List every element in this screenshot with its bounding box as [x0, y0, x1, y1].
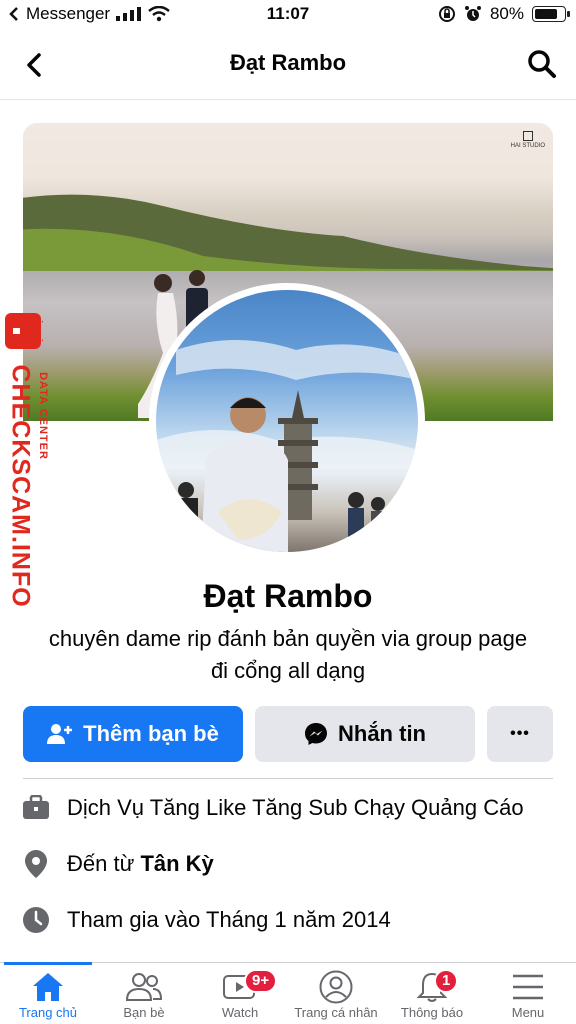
message-label: Nhắn tin: [338, 721, 426, 746]
home-icon: [33, 973, 63, 1001]
status-bar: Messenger 11:07 80%: [0, 0, 576, 30]
tab-profile-label: Trang cá nhân: [294, 1005, 378, 1020]
add-friend-icon: [47, 724, 73, 744]
tab-home-label: Trang chủ: [18, 1005, 78, 1020]
cover-landscape: [23, 194, 553, 271]
studio-logo: HAI STUDIO: [511, 131, 545, 149]
info-joined: Tham gia vào Tháng 1 năm 2014: [20, 904, 560, 936]
info-work: Dịch Vụ Tăng Like Tăng Sub Chạy Quảng Cá…: [20, 792, 560, 824]
tab-menu-label: Menu: [511, 1005, 545, 1020]
watermark-subtitle: DATA CENTER: [37, 372, 49, 460]
message-button[interactable]: Nhắn tin: [255, 706, 475, 762]
alarm-icon: [464, 6, 481, 21]
active-tab-indicator: [4, 962, 92, 965]
profile-name: Đạt Rambo: [203, 578, 373, 614]
menu-icon: [513, 974, 543, 1000]
work-text: Dịch Vụ Tăng Like Tăng Sub Chạy Quảng Cá…: [67, 795, 524, 820]
profile-avatar[interactable]: [149, 283, 425, 559]
profile-bio: chuyên dame rip đánh bản quyền via group…: [20, 623, 556, 687]
tab-watch[interactable]: 9+ Watch: [192, 969, 288, 1020]
avatar-photo: [156, 290, 418, 552]
section-divider: [23, 778, 553, 779]
status-right: 80%: [438, 4, 570, 24]
bio-line-2: đi cổng all dạng: [210, 658, 366, 683]
tab-friends-label: Bạn bè: [123, 1005, 165, 1020]
info-hometown: Đến từ Tân Kỳ: [20, 848, 560, 880]
tab-notifications[interactable]: 1 Thông báo: [384, 969, 480, 1020]
tab-watch-label: Watch: [221, 1005, 259, 1020]
watch-badge: 9+: [244, 969, 278, 993]
tab-profile[interactable]: Trang cá nhân: [288, 969, 384, 1020]
from-place[interactable]: Tân Kỳ: [140, 851, 213, 877]
joined-text: Tham gia vào Tháng 1 năm 2014: [67, 907, 391, 932]
tab-friends[interactable]: Bạn bè: [96, 969, 192, 1020]
tab-notifications-label: Thông báo: [400, 1005, 464, 1020]
battery-percent: 80%: [489, 4, 524, 23]
search-icon[interactable]: [526, 48, 558, 80]
bio-line-1: chuyên dame rip đánh bản quyền via group…: [48, 626, 528, 651]
profile-icon: [319, 970, 353, 1004]
more-options-button[interactable]: •••: [487, 706, 553, 762]
more-dots-icon: •••: [510, 725, 530, 742]
add-friend-button[interactable]: Thêm bạn bè: [23, 706, 243, 762]
friends-icon: [126, 973, 162, 1001]
tab-menu[interactable]: Menu: [480, 969, 576, 1020]
rotation-lock-icon: [438, 6, 455, 22]
avatar-scene: [156, 340, 418, 552]
notifications-badge: 1: [434, 969, 459, 993]
page-title: Đạt Rambo: [229, 50, 347, 75]
messenger-icon: [305, 723, 327, 745]
profile-header: Đạt Rambo: [0, 30, 576, 100]
add-friend-label: Thêm bạn bè: [83, 721, 219, 746]
battery-icon: [532, 6, 570, 22]
bottom-tab-bar: Trang chủ Bạn bè 9+ Watch Trang cá nhân …: [0, 962, 576, 1024]
location-pin-icon: [20, 848, 52, 880]
from-prefix: Đến từ: [67, 851, 141, 876]
briefcase-icon: [20, 792, 52, 824]
clock-icon: [20, 904, 52, 936]
watermark-text: CHECKSCAM.INFO: [6, 364, 35, 608]
tab-home[interactable]: Trang chủ: [0, 969, 96, 1020]
lock-watermark-icon: [5, 313, 43, 349]
